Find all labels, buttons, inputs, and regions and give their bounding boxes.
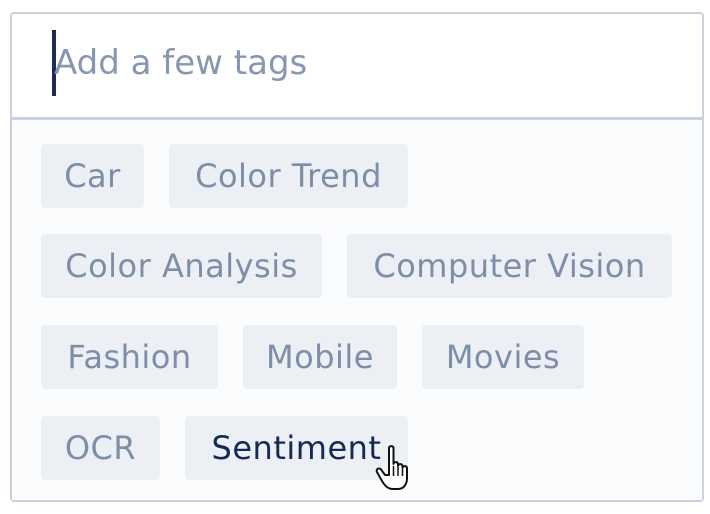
tag-option-fashion[interactable]: Fashion (41, 325, 218, 389)
tag-input-row[interactable] (12, 14, 702, 120)
tag-picker: Car Color Trend Color Analysis Computer … (10, 12, 704, 502)
tag-option-sentiment[interactable]: Sentiment (185, 416, 408, 480)
tag-option-color-analysis[interactable]: Color Analysis (41, 234, 322, 298)
tag-option-computer-vision[interactable]: Computer Vision (347, 234, 672, 298)
tag-suggestions-list: Car Color Trend Color Analysis Computer … (12, 120, 702, 500)
tag-option-ocr[interactable]: OCR (41, 416, 160, 480)
tag-search-input[interactable] (54, 28, 674, 98)
tag-option-movies[interactable]: Movies (422, 325, 584, 389)
tag-option-mobile[interactable]: Mobile (243, 325, 397, 389)
tag-option-color-trend[interactable]: Color Trend (169, 144, 408, 208)
tag-option-car[interactable]: Car (41, 144, 144, 208)
